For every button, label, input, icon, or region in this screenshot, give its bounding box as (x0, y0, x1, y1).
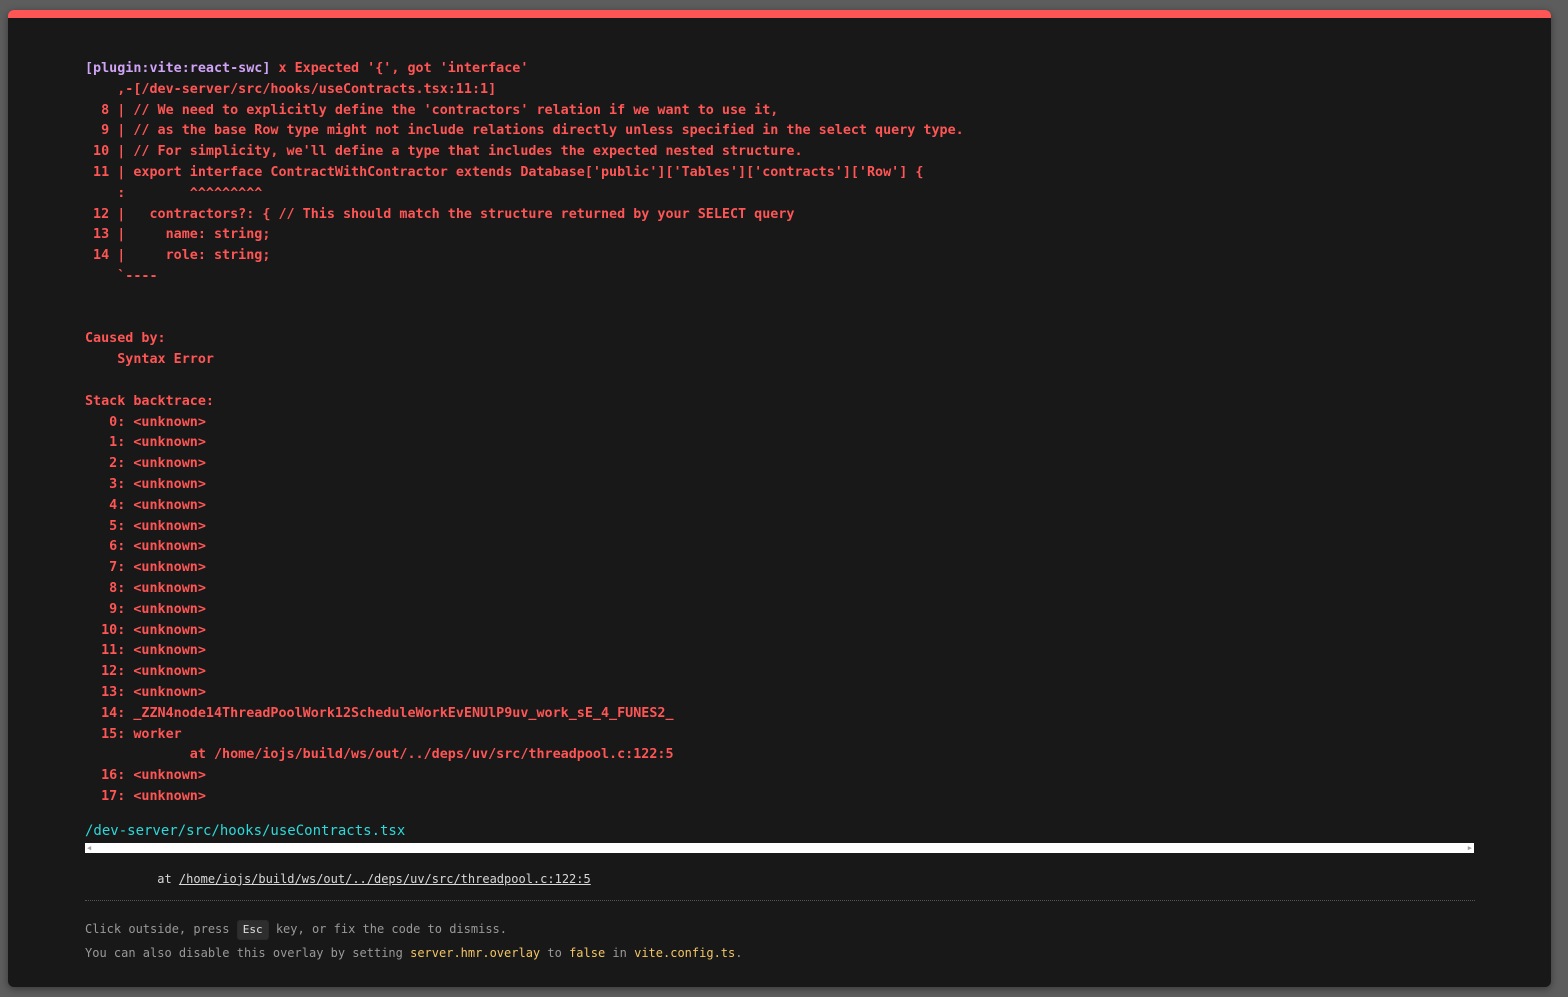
caused-by-text: Syntax Error (85, 352, 214, 368)
stack-line: 9: <unknown> (85, 601, 206, 617)
stack-line: 16: <unknown> (85, 768, 206, 784)
stack-line: 13: <unknown> (85, 684, 206, 700)
code-frame-line: 9 | // as the base Row type might not in… (85, 123, 964, 139)
code-frame: ,-[/dev-server/src/hooks/useContracts.ts… (85, 82, 964, 284)
stack-line: 8: <unknown> (85, 580, 206, 596)
tip-text: to (540, 945, 570, 960)
error-headline: x Expected '{', got 'interface' (270, 61, 529, 76)
error-content: [plugin:vite:react-swc] x Expected '{', … (85, 59, 1475, 965)
esc-key: Esc (236, 919, 269, 940)
code-frame-line: 11 | export interface ContractWithContra… (85, 164, 924, 180)
stack-backtrace: 0: <unknown> 1: <unknown> 2: <unknown> 3… (85, 413, 1475, 808)
stack-line: 15: worker (85, 726, 182, 742)
stack-line: 1: <unknown> (85, 435, 206, 451)
stack-line: 17: <unknown> (85, 788, 206, 804)
stack-line: 12: <unknown> (85, 664, 206, 680)
stack-line: 10: <unknown> (85, 622, 206, 638)
stack-line: 0: <unknown> (85, 414, 206, 430)
tip-line-dismiss: Click outside, press Esc key, or fix the… (85, 917, 1475, 941)
stack-line: at /home/iojs/build/ws/out/../deps/uv/sr… (85, 747, 674, 763)
stack-frame: at /home/iojs/build/ws/out/../deps/uv/sr… (85, 871, 1475, 887)
error-overlay: [plugin:vite:react-swc] x Expected '{', … (8, 10, 1551, 987)
error-file-link[interactable]: /dev-server/src/hooks/useContracts.tsx (85, 822, 1475, 840)
stack-line: 7: <unknown> (85, 560, 206, 576)
stack-line: 6: <unknown> (85, 539, 206, 555)
code-frame-line: ,-[/dev-server/src/hooks/useContracts.ts… (85, 81, 497, 97)
code-frame-line: : ^^^^^^^^^ (85, 185, 263, 201)
code-frame-line: 13 | name: string; (85, 227, 271, 243)
tip-text: key, or fix the code to dismiss. (268, 921, 508, 936)
stack-line: 2: <unknown> (85, 456, 206, 472)
tip-text: You can also disable this overlay by set… (85, 945, 411, 960)
code-frame-line: `---- (85, 268, 158, 284)
setting-value: false (569, 945, 606, 960)
code-frame-line: 14 | role: string; (85, 248, 271, 264)
code-frame-line: 12 | contractors?: { // This should matc… (85, 206, 795, 222)
config-file-name: vite.config.ts (634, 945, 736, 960)
stack-frame-path[interactable]: /home/iojs/build/ws/out/../deps/uv/src/t… (179, 872, 591, 886)
stack-line: 4: <unknown> (85, 497, 206, 513)
tip-text: . (735, 945, 743, 960)
overlay-tip: Click outside, press Esc key, or fix the… (85, 899, 1475, 965)
plugin-name: [plugin:vite:react-swc] (85, 61, 271, 76)
stack-line: 11: <unknown> (85, 643, 206, 659)
code-frame-line: 8 | // We need to explicitly define the … (85, 102, 779, 118)
stack-line: 14: _ZZN4node14ThreadPoolWork12ScheduleW… (85, 705, 674, 721)
stack-line: 3: <unknown> (85, 476, 206, 492)
tip-text: in (605, 945, 635, 960)
scroll-left-icon[interactable]: ◀ (87, 844, 91, 852)
setting-name: server.hmr.overlay (410, 945, 541, 960)
tip-text: Click outside, press (85, 921, 237, 936)
stack-label: Stack backtrace: (85, 393, 214, 409)
code-frame-line: 10 | // For simplicity, we'll define a t… (85, 144, 803, 160)
caused-by-label: Caused by: (85, 331, 166, 347)
scroll-right-icon[interactable]: ▶ (1468, 844, 1472, 852)
error-message: [plugin:vite:react-swc] x Expected '{', … (85, 59, 1475, 288)
horizontal-scrollbar[interactable]: ◀ ▶ (85, 842, 1474, 853)
stack-line: 5: <unknown> (85, 518, 206, 534)
tip-line-disable: You can also disable this overlay by set… (85, 941, 1475, 965)
stack-frame-prefix: at (85, 871, 179, 886)
